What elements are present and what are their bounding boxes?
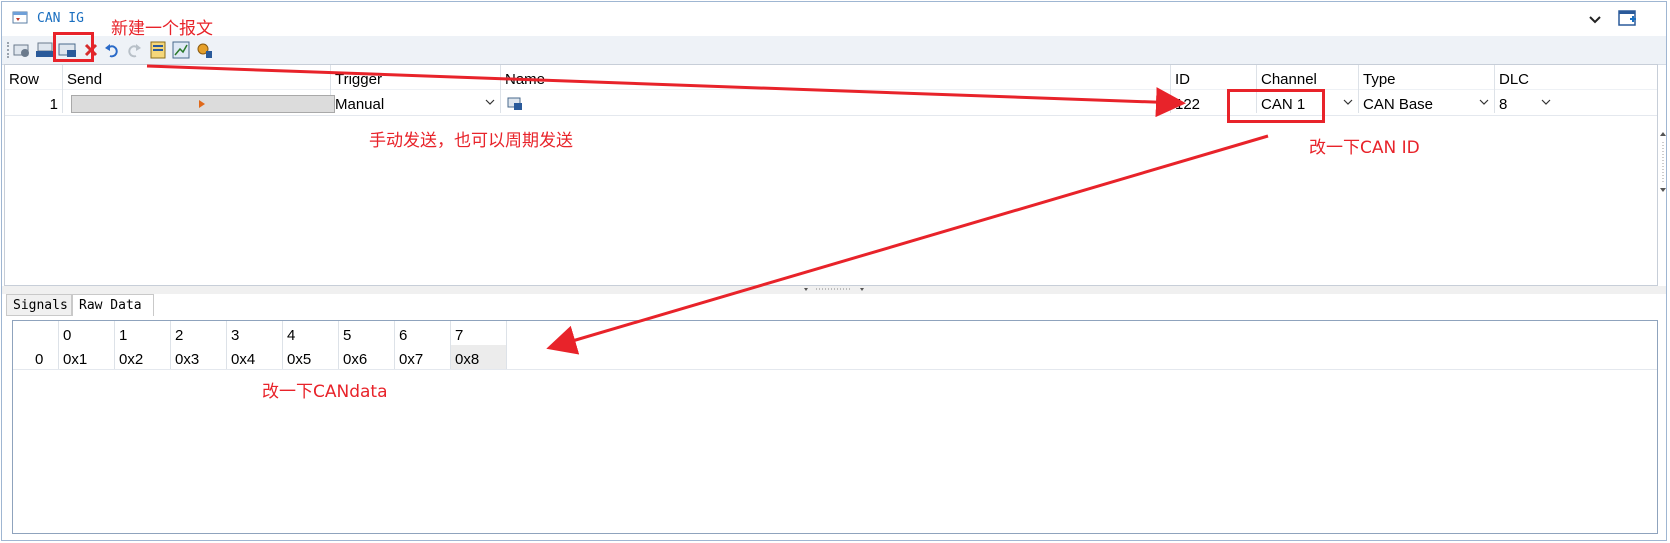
- annotation-arrows: [146, 64, 1269, 355]
- can-ig-window: CAN IG Row 1 Send Trigger Manual ID 122 …: [1, 1, 1667, 541]
- arrow-to-id: [146, 64, 1186, 118]
- arrow-to-raw-data: [546, 134, 1269, 355]
